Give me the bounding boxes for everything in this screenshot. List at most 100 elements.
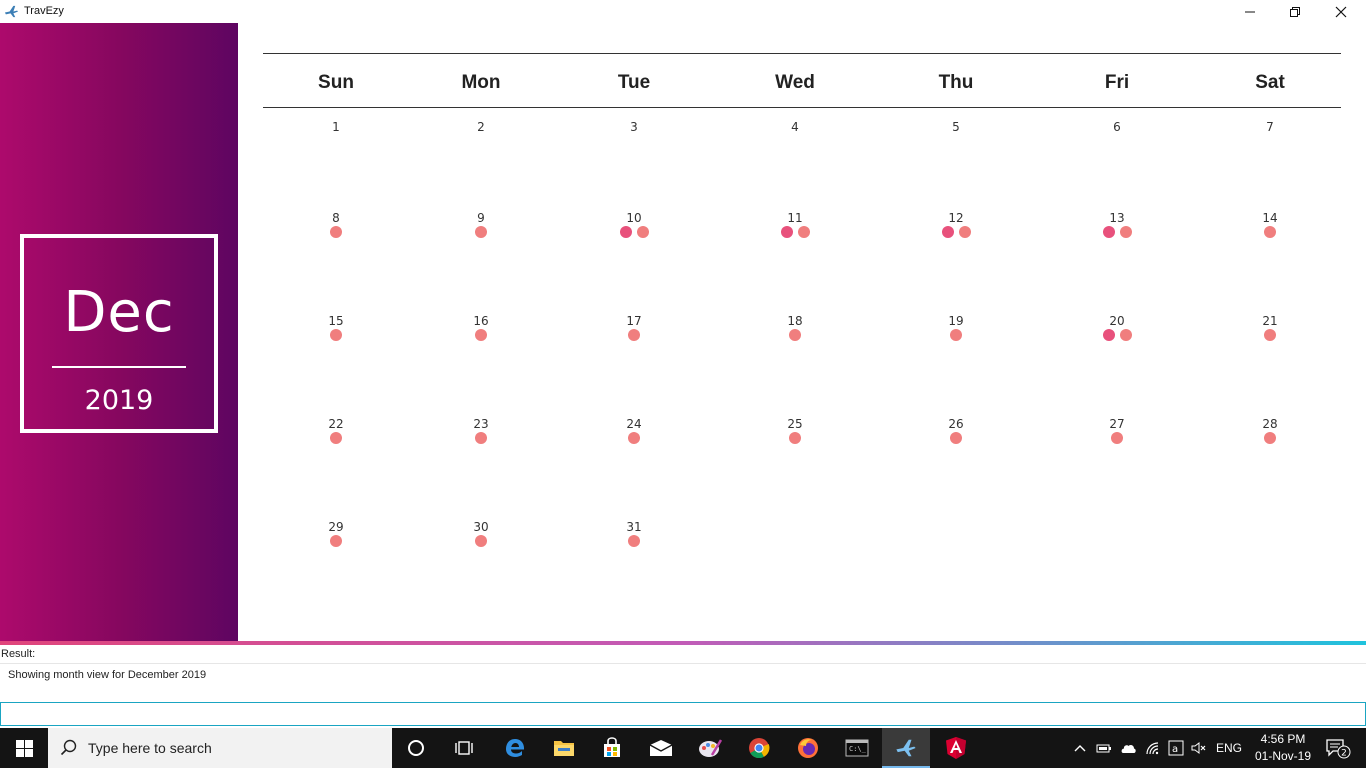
event-dot[interactable] [628,432,640,444]
calendar-day[interactable]: 28 [1250,417,1290,444]
day-number: 11 [787,211,803,225]
event-dot[interactable] [1264,432,1276,444]
event-dot[interactable] [628,535,640,547]
volume-button[interactable] [1188,728,1210,768]
event-dot[interactable] [958,226,971,238]
calendar-day[interactable]: 4 [775,120,815,147]
calendar-day[interactable]: 16 [461,314,501,341]
file-explorer-button[interactable] [540,728,588,768]
calendar-day[interactable]: 1 [316,120,356,147]
event-dot[interactable] [1264,226,1276,238]
taskbar-search[interactable]: Type here to search [48,728,392,768]
firefox-button[interactable] [784,728,832,768]
event-dot[interactable] [1102,329,1115,341]
mail-button[interactable] [637,728,685,768]
cortana-button[interactable] [392,728,440,768]
notification-icon: 2 [1326,739,1351,759]
event-dot[interactable] [628,329,640,341]
show-hidden-icons-button[interactable] [1068,728,1092,768]
store-button[interactable] [588,728,636,768]
chrome-button[interactable] [735,728,783,768]
notification-count: 2 [1341,749,1347,759]
event-dot[interactable] [1119,226,1132,238]
language-indicator[interactable]: ENG [1212,728,1246,768]
event-dot[interactable] [1111,432,1123,444]
day-number: 9 [477,211,485,225]
terminal-icon: C:\_ [845,739,869,757]
event-dot[interactable] [1102,226,1115,238]
calendar-day[interactable]: 22 [316,417,356,444]
calendar-day[interactable]: 25 [775,417,815,444]
calendar-day[interactable]: 21 [1250,314,1290,341]
start-button[interactable] [0,728,48,768]
paint-button[interactable] [686,728,734,768]
angular-button[interactable] [932,728,980,768]
day-number: 23 [473,417,489,431]
calendar-day[interactable]: 31 [614,520,654,547]
task-view-button[interactable] [440,728,488,768]
event-dots [614,226,654,238]
event-dot[interactable] [330,432,342,444]
event-dot[interactable] [1264,329,1276,341]
event-dot[interactable] [797,226,810,238]
calendar-day[interactable]: 15 [316,314,356,341]
edge-button[interactable] [491,728,539,768]
calendar-day[interactable]: 18 [775,314,815,341]
calendar-day[interactable]: 9 [461,211,501,238]
event-dot[interactable] [475,226,487,238]
event-dot[interactable] [950,432,962,444]
calendar-day[interactable]: 26 [936,417,976,444]
calendar-day[interactable]: 17 [614,314,654,341]
terminal-button[interactable]: C:\_ [833,728,881,768]
minimize-button[interactable] [1227,0,1273,23]
calendar-day[interactable]: 30 [461,520,501,547]
onedrive-button[interactable] [1117,728,1139,768]
event-dot[interactable] [789,329,801,341]
network-button[interactable] [1142,728,1164,768]
calendar-day[interactable]: 19 [936,314,976,341]
calendar-day[interactable]: 6 [1097,120,1137,147]
event-dot[interactable] [475,329,487,341]
event-dot[interactable] [330,535,342,547]
event-dot[interactable] [941,226,954,238]
calendar-day[interactable]: 13 [1097,211,1137,238]
action-center-button[interactable]: 2 [1318,728,1358,768]
calendar-day[interactable]: 3 [614,120,654,147]
close-button[interactable] [1318,0,1364,23]
event-dot[interactable] [780,226,793,238]
calendar-day[interactable]: 24 [614,417,654,444]
event-dot[interactable] [950,329,962,341]
event-dot[interactable] [330,329,342,341]
calendar-day[interactable]: 2 [461,120,501,147]
battery-button[interactable] [1093,728,1115,768]
restore-button[interactable] [1272,0,1318,23]
event-dot[interactable] [619,226,632,238]
event-dot[interactable] [1119,329,1132,341]
chrome-icon [749,738,770,759]
calendar-day[interactable]: 23 [461,417,501,444]
event-dot[interactable] [330,226,342,238]
input-indicator-button[interactable]: a [1165,728,1187,768]
calendar-day[interactable]: 29 [316,520,356,547]
event-dot[interactable] [789,432,801,444]
calendar-day[interactable]: 5 [936,120,976,147]
calendar-day[interactable]: 10 [614,211,654,238]
event-dot[interactable] [475,432,487,444]
calendar-day[interactable]: 20 [1097,314,1137,341]
travezy-button[interactable] [882,728,930,768]
chevron-up-icon [1074,745,1086,752]
taskbar-clock[interactable]: 4:56 PM 01-Nov-19 [1246,731,1320,765]
event-dots [614,535,654,547]
calendar-day[interactable]: 12 [936,211,976,238]
search-placeholder: Type here to search [88,740,212,756]
result-label: Result: [1,648,36,660]
calendar-day[interactable]: 11 [775,211,815,238]
command-input[interactable] [0,702,1366,726]
event-dot[interactable] [636,226,649,238]
calendar-day[interactable]: 7 [1250,120,1290,147]
day-number: 22 [328,417,344,431]
event-dot[interactable] [475,535,487,547]
calendar-day[interactable]: 27 [1097,417,1137,444]
calendar-day[interactable]: 14 [1250,211,1290,238]
calendar-day[interactable]: 8 [316,211,356,238]
